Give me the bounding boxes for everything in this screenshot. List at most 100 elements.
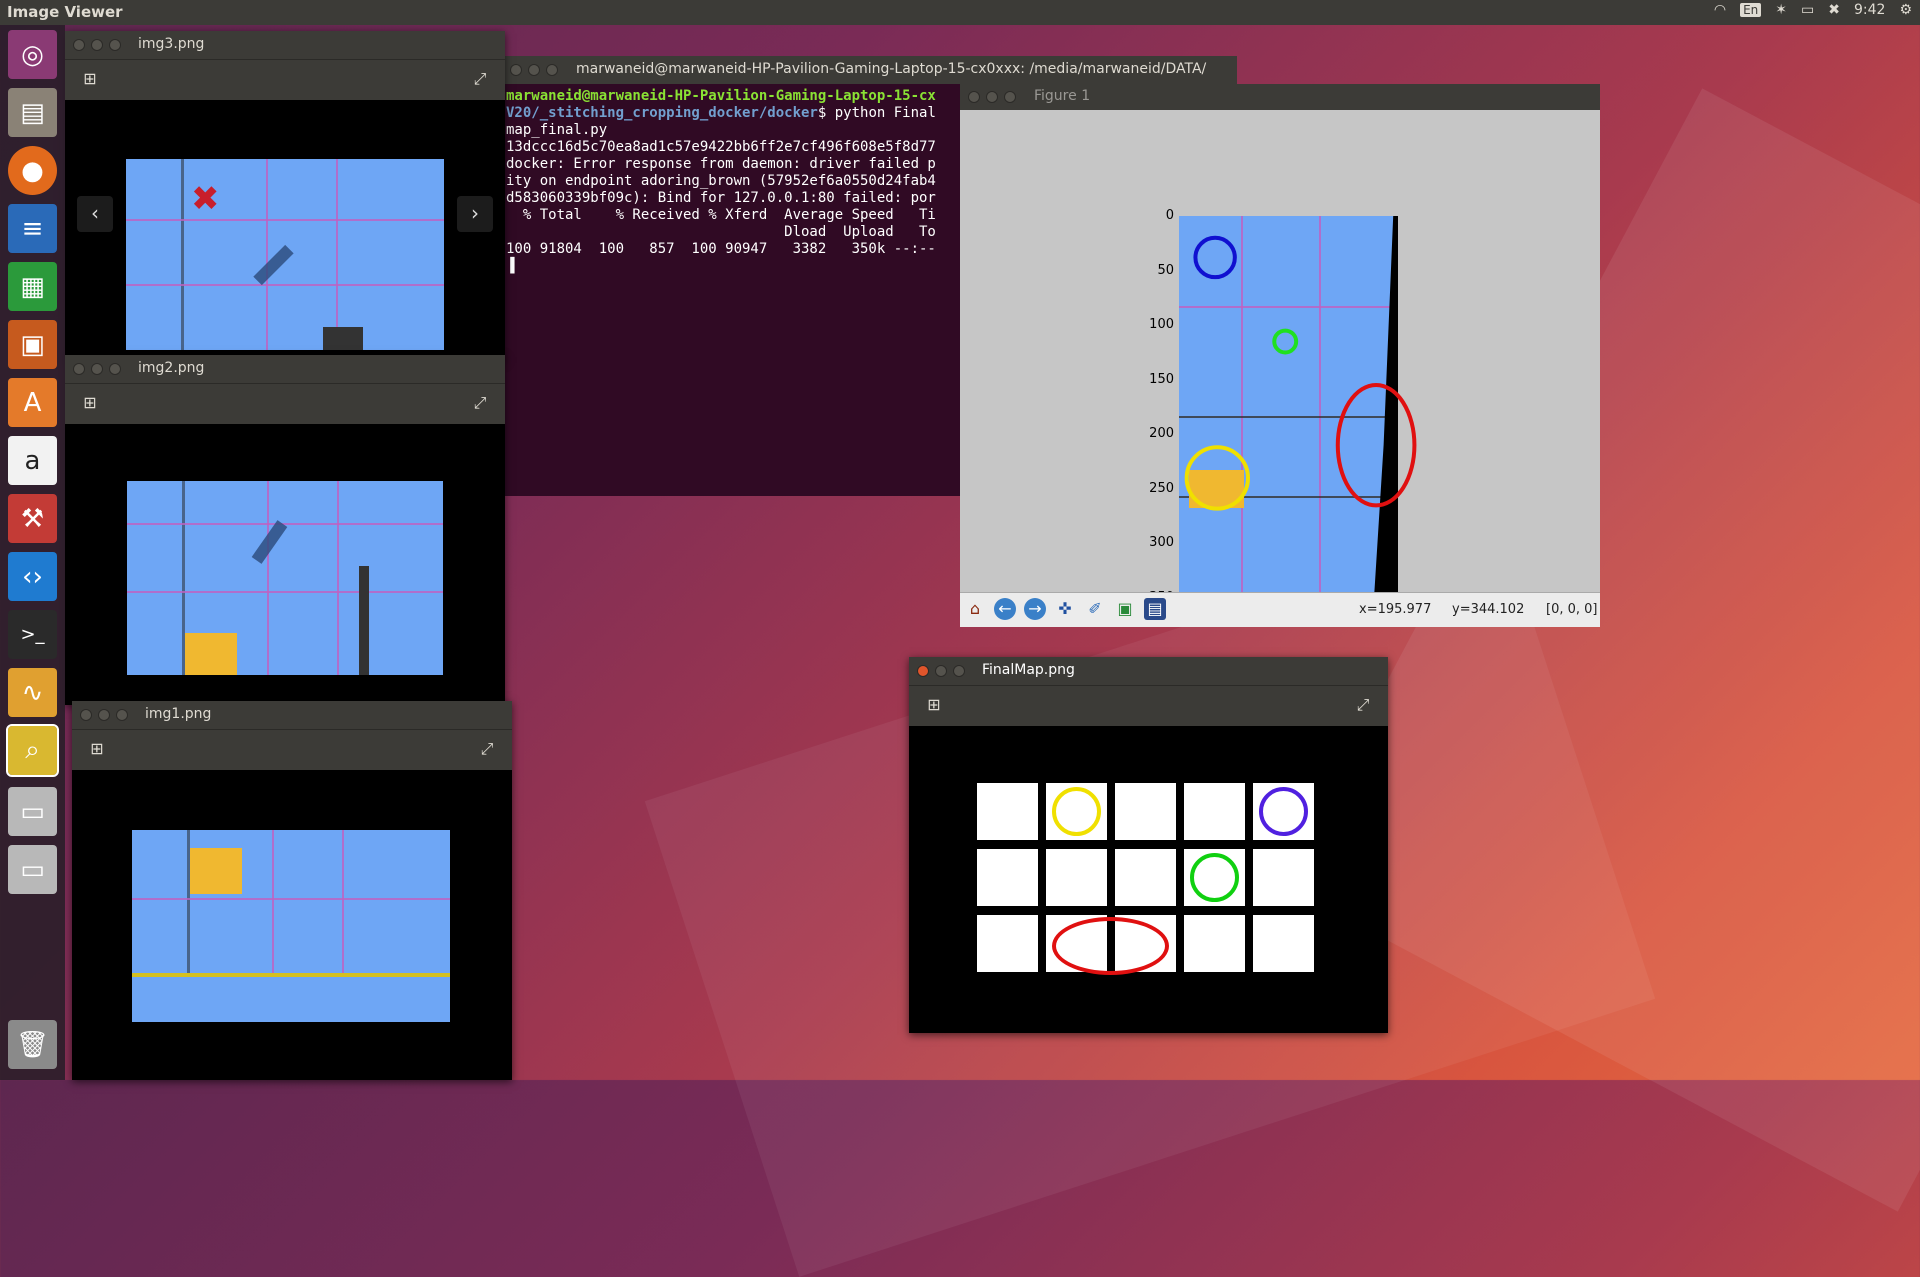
- figure-window[interactable]: Figure 1 0501001502002503003500501001502…: [960, 84, 1600, 627]
- robot-shadow: [253, 244, 294, 286]
- close-button[interactable]: [917, 665, 929, 677]
- close-button[interactable]: [73, 39, 85, 51]
- map-cell: [1115, 849, 1176, 906]
- save-icon[interactable]: ▤: [1144, 598, 1166, 620]
- oscilloscope-icon[interactable]: ∿: [8, 668, 57, 717]
- window-titlebar[interactable]: FinalMap.png: [909, 657, 1388, 685]
- close-button[interactable]: [73, 363, 85, 375]
- minimize-button[interactable]: [528, 64, 540, 76]
- close-button[interactable]: [510, 64, 522, 76]
- viewer-toolbar: ⊞ ⤢: [72, 729, 512, 770]
- robot-shadow: [251, 520, 288, 564]
- terminal-line: 13dccc16d5c70ea8ad1c57e9422bb6ff2e7cf496…: [506, 139, 936, 155]
- image-viewer-img2[interactable]: img2.png ⊞ ⤢: [65, 355, 505, 705]
- y-tick-label: 200: [1149, 426, 1174, 442]
- close-button[interactable]: [968, 91, 980, 103]
- amazon-icon[interactable]: a: [8, 436, 57, 485]
- clock[interactable]: 9:42: [1854, 2, 1885, 18]
- red-marker-ellipse: [1052, 917, 1169, 975]
- add-icon[interactable]: ⊞: [86, 738, 108, 760]
- image-viewer-finalmap[interactable]: FinalMap.png ⊞ ⤢: [909, 657, 1388, 1033]
- settings-icon[interactable]: ⚒: [8, 494, 57, 543]
- viewer-toolbar: ⊞ ⤢: [65, 59, 505, 100]
- y-tick-label: 100: [1149, 317, 1174, 333]
- fullscreen-icon[interactable]: ⤢: [1352, 694, 1374, 716]
- window-titlebar[interactable]: img1.png: [72, 701, 512, 729]
- calc-icon[interactable]: ▦: [8, 262, 57, 311]
- disk-icon[interactable]: ▭: [8, 787, 57, 836]
- close-button[interactable]: [80, 709, 92, 721]
- image-canvas: [72, 771, 512, 1080]
- figure-titlebar[interactable]: Figure 1: [960, 84, 1600, 110]
- next-image-button[interactable]: ›: [457, 196, 493, 232]
- axes[interactable]: [1179, 216, 1417, 598]
- vscode-icon[interactable]: ‹›: [8, 552, 57, 601]
- window-title: FinalMap.png: [982, 662, 1075, 678]
- minimize-button[interactable]: [91, 363, 103, 375]
- marker-ring: [1272, 328, 1299, 355]
- maximize-button[interactable]: [1004, 91, 1016, 103]
- maximize-button[interactable]: [546, 64, 558, 76]
- home-icon[interactable]: ⌂: [964, 598, 986, 620]
- map-cell: [1253, 915, 1314, 972]
- fullscreen-icon[interactable]: ⤢: [476, 738, 498, 760]
- terminal-line: docker: Error response from daemon: driv…: [506, 156, 936, 172]
- volume-mute-icon[interactable]: ✖: [1828, 2, 1840, 18]
- image-viewer-icon[interactable]: ⌕: [6, 724, 59, 777]
- plot-area[interactable]: 050100150200250300350050100150200: [960, 110, 1600, 617]
- command-text: $ python Final: [817, 105, 936, 121]
- wifi-icon[interactable]: ◠: [1714, 2, 1726, 18]
- window-titlebar[interactable]: img2.png: [65, 355, 505, 383]
- zoom-rect-icon[interactable]: ▣: [1114, 598, 1136, 620]
- maximize-button[interactable]: [109, 363, 121, 375]
- keyboard-layout-indicator[interactable]: En: [1740, 3, 1762, 17]
- terminal-title: marwaneid@marwaneid-HP-Pavilion-Gaming-L…: [576, 61, 1207, 77]
- software-center-icon[interactable]: A: [8, 378, 57, 427]
- fullscreen-icon[interactable]: ⤢: [469, 392, 491, 414]
- battery-icon[interactable]: ▭: [1801, 2, 1814, 18]
- disk-icon[interactable]: ▭: [8, 845, 57, 894]
- terminal-icon[interactable]: >_: [8, 610, 57, 659]
- trash-icon[interactable]: 🗑: [8, 1020, 57, 1069]
- map-cell: [1253, 849, 1314, 906]
- window-titlebar[interactable]: img3.png: [65, 31, 505, 59]
- y-tick-label: 150: [1149, 371, 1174, 387]
- image-img1: [132, 830, 450, 1022]
- back-icon[interactable]: ←: [994, 598, 1016, 620]
- pan-icon[interactable]: ✜: [1054, 598, 1076, 620]
- ubuntu-logo-icon[interactable]: ◎: [8, 30, 57, 79]
- fullscreen-icon[interactable]: ⤢: [469, 68, 491, 90]
- add-icon[interactable]: ⊞: [923, 694, 945, 716]
- impress-icon[interactable]: ▣: [8, 320, 57, 369]
- minimize-button[interactable]: [91, 39, 103, 51]
- image-viewer-img3[interactable]: img3.png ⊞ ⤢ ‹ › ✖: [65, 31, 505, 361]
- gear-icon[interactable]: ⚙: [1899, 2, 1912, 18]
- firefox-icon[interactable]: ●: [8, 146, 57, 195]
- terminal-line: d583060339bf09c): Bind for 127.0.0.1:80 …: [506, 190, 936, 206]
- minimize-button[interactable]: [986, 91, 998, 103]
- image-viewer-img1[interactable]: img1.png ⊞ ⤢: [72, 701, 512, 1080]
- maximize-button[interactable]: [109, 39, 121, 51]
- map-cell: [977, 915, 1038, 972]
- viewer-toolbar: ⊞ ⤢: [65, 383, 505, 424]
- add-icon[interactable]: ⊞: [79, 392, 101, 414]
- writer-icon[interactable]: ≡: [8, 204, 57, 253]
- forward-icon[interactable]: →: [1024, 598, 1046, 620]
- add-icon[interactable]: ⊞: [79, 68, 101, 90]
- terminal-titlebar[interactable]: marwaneid@marwaneid-HP-Pavilion-Gaming-L…: [502, 56, 1237, 84]
- minimize-button[interactable]: [98, 709, 110, 721]
- minimize-button[interactable]: [935, 665, 947, 677]
- structure: [323, 327, 363, 350]
- maximize-button[interactable]: [116, 709, 128, 721]
- bluetooth-icon[interactable]: ✶: [1775, 2, 1787, 18]
- top-panel: Image Viewer ◠ En ✶ ▭ ✖ 9:42 ⚙: [0, 0, 1920, 25]
- files-icon[interactable]: ▤: [8, 88, 57, 137]
- structure: [359, 566, 369, 675]
- configure-icon[interactable]: ✐: [1084, 598, 1106, 620]
- image-img3: ✖: [126, 159, 444, 350]
- prompt-user: marwaneid@marwaneid-HP-Pavilion-Gaming-L…: [506, 88, 936, 104]
- yellow-tile: [185, 633, 237, 675]
- cursor-x-readout: x=195.977: [1359, 602, 1432, 617]
- maximize-button[interactable]: [953, 665, 965, 677]
- previous-image-button[interactable]: ‹: [77, 196, 113, 232]
